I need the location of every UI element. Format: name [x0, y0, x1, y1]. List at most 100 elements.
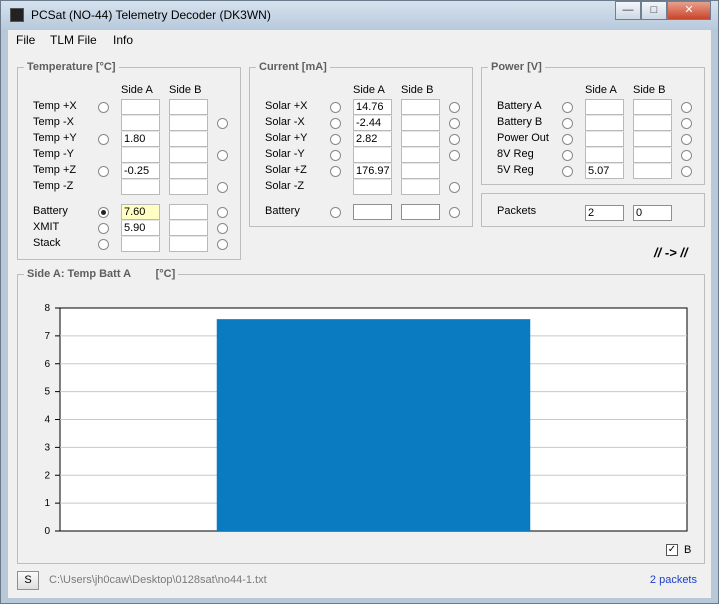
y-tick-label: 5: [44, 387, 50, 398]
close-button[interactable]: ✕: [667, 1, 711, 20]
battery-b-radio-a[interactable]: [562, 118, 573, 129]
navigate-arrow-button[interactable]: // -> //: [654, 245, 688, 260]
battery-a-b: [633, 99, 672, 115]
temp-xmit-radio-a[interactable]: [98, 223, 109, 234]
temp-my-b: [169, 147, 208, 163]
solar-px-a: 14.76: [353, 99, 392, 115]
maximize-button[interactable]: □: [641, 1, 667, 20]
bar: [216, 319, 531, 531]
solar-py-a: 2.82: [353, 131, 392, 147]
y-tick-label: 2: [44, 470, 50, 481]
temp-stack-radio-b[interactable]: [217, 239, 228, 250]
8v-reg-radio-b[interactable]: [681, 150, 692, 161]
temp-pz-radio-a[interactable]: [98, 166, 109, 177]
menu-bar: File TLM File Info: [8, 30, 711, 50]
solar-px-radio-b[interactable]: [449, 102, 460, 113]
temp-stack-radio-a[interactable]: [98, 239, 109, 250]
power-out-radio-b[interactable]: [681, 134, 692, 145]
battery-b-a: [585, 115, 624, 131]
temp-mx-radio-b[interactable]: [217, 118, 228, 129]
solar-py-label: Solar +Y: [265, 132, 308, 144]
menu-info[interactable]: Info: [113, 33, 133, 47]
packet-count: 2 packets: [649, 574, 697, 586]
temperature-group: Temperature [°C] Side A Side B Temp +X T…: [17, 61, 241, 260]
solar-mz-radio-b[interactable]: [449, 182, 460, 193]
side-b-checkbox[interactable]: ✓: [666, 544, 678, 556]
temp-battery-label: Battery: [33, 205, 68, 217]
s-button[interactable]: S: [17, 571, 39, 590]
solar-mz-b: [401, 179, 440, 195]
8v-reg-b: [633, 147, 672, 163]
minimize-button[interactable]: —: [615, 1, 641, 20]
power-group: Power [V] Side A Side B Battery A Batter…: [481, 61, 705, 185]
power-out-b: [633, 131, 672, 147]
5v-reg-label: 5V Reg: [497, 164, 534, 176]
chart-panel: Side A: Temp Batt A [°C] 012345678 ✓ B: [17, 268, 705, 564]
temp-px-radio-a[interactable]: [98, 102, 109, 113]
temp-battery-radio-b[interactable]: [217, 207, 228, 218]
temp-mx-a: [121, 115, 160, 131]
y-tick-label: 6: [44, 359, 50, 370]
packets-a: 2: [585, 205, 624, 221]
battery-b-radio-b[interactable]: [681, 118, 692, 129]
temperature-side-b-header: Side B: [169, 84, 202, 96]
battery-b-label: Battery B: [497, 116, 543, 128]
5v-reg-a: 5.07: [585, 163, 624, 179]
temp-xmit-b: [169, 220, 208, 236]
power-out-radio-a[interactable]: [562, 134, 573, 145]
temperature-title: Temperature [°C]: [24, 61, 119, 73]
temp-mz-a: [121, 179, 160, 195]
temp-battery-a: 7.60: [121, 204, 160, 220]
solar-px-radio-a[interactable]: [330, 102, 341, 113]
solar-my-radio-b[interactable]: [449, 150, 460, 161]
temp-stack-label: Stack: [33, 237, 61, 249]
temp-py-radio-a[interactable]: [98, 134, 109, 145]
y-tick-label: 7: [44, 331, 50, 342]
solar-mx-b: [401, 115, 440, 131]
battery-b-b: [633, 115, 672, 131]
current-group: Current [mA] Side A Side B Solar +X 14.7…: [249, 61, 473, 227]
menu-tlm-file[interactable]: TLM File: [50, 33, 97, 47]
current-battery-radio-a[interactable]: [330, 207, 341, 218]
temp-battery-radio-a[interactable]: [98, 207, 109, 218]
client-area: File TLM File Info Temperature [°C] Side…: [8, 30, 711, 598]
solar-mx-label: Solar -X: [265, 116, 305, 128]
temp-xmit-a: 5.90: [121, 220, 160, 236]
solar-py-b: [401, 131, 440, 147]
temp-px-label: Temp +X: [33, 100, 77, 112]
solar-my-radio-a[interactable]: [330, 150, 341, 161]
packets-group: Packets 2 0: [481, 193, 705, 227]
file-path: C:\Users\jh0caw\Desktop\0128sat\no44-1.t…: [49, 574, 267, 586]
temp-px-b: [169, 99, 208, 115]
8v-reg-radio-a[interactable]: [562, 150, 573, 161]
current-battery-label: Battery: [265, 205, 300, 217]
battery-a-radio-a[interactable]: [562, 102, 573, 113]
current-battery-radio-b[interactable]: [449, 207, 460, 218]
5v-reg-radio-b[interactable]: [681, 166, 692, 177]
solar-pz-label: Solar +Z: [265, 164, 307, 176]
temp-mz-radio-b[interactable]: [217, 182, 228, 193]
solar-px-b: [401, 99, 440, 115]
power-side-a-header: Side A: [585, 84, 617, 96]
solar-mx-radio-b[interactable]: [449, 118, 460, 129]
temp-xmit-radio-b[interactable]: [217, 223, 228, 234]
temp-px-a: [121, 99, 160, 115]
8v-reg-label: 8V Reg: [497, 148, 534, 160]
solar-mx-radio-a[interactable]: [330, 118, 341, 129]
app-window: PCSat (NO-44) Telemetry Decoder (DK3WN) …: [0, 0, 719, 604]
solar-my-label: Solar -Y: [265, 148, 305, 160]
current-side-a-header: Side A: [353, 84, 385, 96]
battery-a-radio-b[interactable]: [681, 102, 692, 113]
8v-reg-a: [585, 147, 624, 163]
temp-pz-label: Temp +Z: [33, 164, 77, 176]
temp-mx-b: [169, 115, 208, 131]
temp-my-radio-b[interactable]: [217, 150, 228, 161]
title-bar[interactable]: PCSat (NO-44) Telemetry Decoder (DK3WN) …: [1, 1, 718, 30]
solar-py-radio-b[interactable]: [449, 134, 460, 145]
solar-mz-a: [353, 179, 392, 195]
bar-chart: 0 1 2 3 4 5 6 7 8: [44, 303, 688, 537]
5v-reg-radio-a[interactable]: [562, 166, 573, 177]
menu-file[interactable]: File: [16, 33, 35, 47]
solar-py-radio-a[interactable]: [330, 134, 341, 145]
solar-pz-radio-a[interactable]: [330, 166, 341, 177]
